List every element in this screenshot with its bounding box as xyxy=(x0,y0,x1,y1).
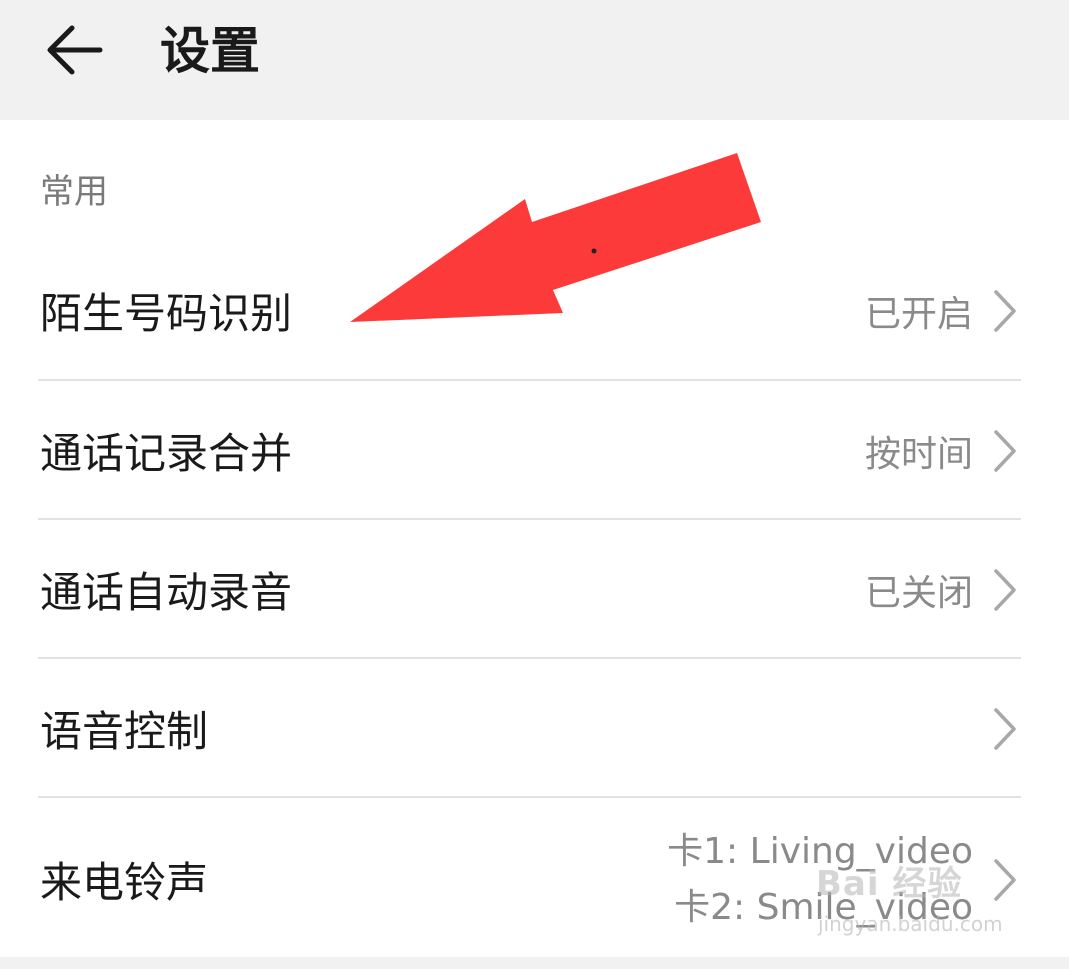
setting-row-ringtone[interactable]: 来电铃声 卡1: Living_video 卡2: Smile_video xyxy=(0,810,1069,949)
arrow-left-icon xyxy=(47,25,103,75)
setting-row-auto-call-recording[interactable]: 通话自动录音 已关闭 xyxy=(0,520,1069,659)
setting-row-call-log-merge[interactable]: 通话记录合并 按时间 xyxy=(0,381,1069,520)
chevron-right-icon xyxy=(994,858,1016,901)
setting-label: 语音控制 xyxy=(40,707,209,756)
setting-value: 按时间 xyxy=(864,433,973,475)
setting-row-voice-control[interactable]: 语音控制 xyxy=(0,659,1069,798)
sim2-ringtone: 卡2: Smile_video xyxy=(674,886,973,928)
section-label: 常用 xyxy=(40,172,108,212)
setting-value: 已关闭 xyxy=(864,572,973,614)
ringtone-values: 卡1: Living_video 卡2: Smile_video xyxy=(667,810,973,949)
chevron-right-icon xyxy=(994,289,1016,332)
page-title: 设置 xyxy=(160,22,260,80)
chevron-right-icon xyxy=(994,568,1016,611)
sim1-ringtone: 卡1: Living_video xyxy=(667,830,973,872)
setting-label: 通话自动录音 xyxy=(40,568,293,617)
chevron-right-icon xyxy=(994,707,1016,750)
setting-row-unknown-number-identification[interactable]: 陌生号码识别 已开启 xyxy=(0,241,1069,380)
setting-label: 陌生号码识别 xyxy=(40,289,293,338)
chevron-right-icon xyxy=(994,429,1016,472)
setting-label: 通话记录合并 xyxy=(40,429,293,478)
setting-value: 已开启 xyxy=(864,293,973,335)
bottom-strip xyxy=(0,957,1069,969)
back-button[interactable] xyxy=(36,14,112,86)
divider xyxy=(38,796,1021,798)
top-app-bar: 设置 xyxy=(0,0,1069,120)
setting-label: 来电铃声 xyxy=(40,858,209,907)
